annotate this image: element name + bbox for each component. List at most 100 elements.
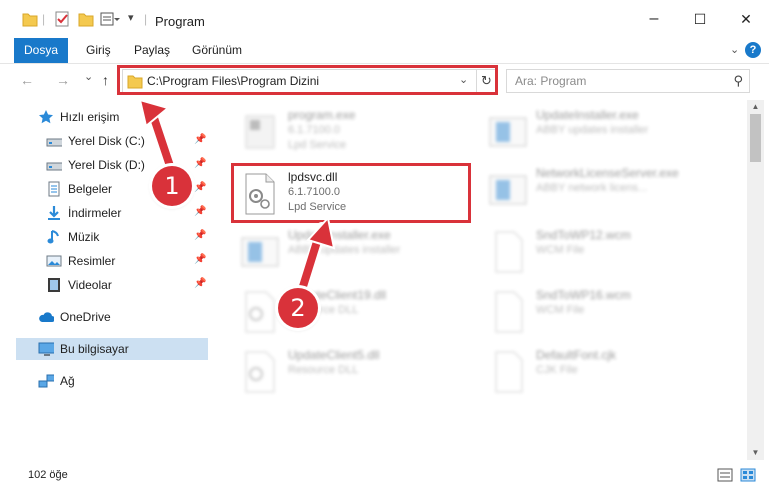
file-name: UpdateInstaller.exe — [288, 228, 391, 242]
help-icon[interactable]: ? — [745, 42, 761, 58]
dll-file-icon — [245, 351, 275, 393]
scroll-up-icon[interactable]: ▲ — [747, 100, 764, 114]
scroll-thumb[interactable] — [750, 114, 761, 162]
sidebar-item-drive-c[interactable]: Yerel Disk (C:) 📌 — [16, 130, 208, 152]
scroll-down-icon[interactable]: ▼ — [747, 446, 764, 460]
file-item[interactable]: SndToWP16.wcm WCM File — [484, 284, 724, 342]
pin-icon[interactable]: 📌 — [194, 134, 206, 145]
file-item[interactable]: UpdateInstaller.exe ABBY updates install… — [484, 104, 724, 162]
pin-icon[interactable]: 📌 — [194, 158, 206, 169]
pin-icon[interactable]: 📌 — [194, 230, 206, 241]
sidebar-item-videos[interactable]: Videolar 📌 — [16, 274, 208, 296]
sidebar-item-music[interactable]: Müzik 📌 — [16, 226, 208, 248]
file-item[interactable]: UpdateInstaller.exe ABBY updates install… — [236, 224, 476, 282]
exe-file-icon — [241, 237, 279, 267]
file-item[interactable]: SndToWP12.wcm WCM File — [484, 224, 724, 282]
pin-icon[interactable]: 📌 — [194, 254, 206, 265]
forward-button[interactable]: → — [56, 72, 70, 88]
maximize-button[interactable]: ☐ — [677, 0, 723, 38]
sidebar-item-network[interactable]: Ağ — [16, 370, 208, 392]
customize-toolbar-icon[interactable] — [100, 10, 120, 28]
folder-icon[interactable] — [22, 10, 38, 28]
details-view-icon[interactable] — [717, 468, 733, 482]
star-icon — [39, 110, 53, 124]
file-name: program.exe — [288, 108, 356, 122]
tab-view[interactable]: Görünüm — [186, 38, 248, 63]
file-name: UpdateInstaller.exe — [536, 108, 639, 122]
network-icon — [38, 374, 54, 388]
file-type: WCM File — [536, 244, 585, 256]
search-icon[interactable]: ⚲ — [733, 73, 743, 89]
qa-separator: | — [42, 12, 46, 26]
file-description: ABBY updates installer — [288, 244, 401, 256]
computer-icon — [38, 342, 54, 356]
file-type: CJK File — [536, 364, 578, 376]
sidebar-item-label: Ağ — [60, 374, 75, 388]
ribbon-expand-icon[interactable]: ⌄ — [730, 43, 739, 56]
cloud-icon — [39, 312, 54, 322]
sidebar-item-label: Videolar — [68, 278, 112, 292]
music-icon — [47, 230, 59, 244]
sidebar-item-label: Müzik — [68, 230, 100, 244]
pin-icon[interactable]: 📌 — [194, 182, 206, 193]
videos-icon — [48, 278, 60, 292]
file-description: ABBY updates installer — [536, 124, 649, 136]
pin-icon[interactable]: 📌 — [194, 206, 206, 217]
file-version: 6.1.7100.0 — [288, 124, 340, 136]
sidebar-item-label: Yerel Disk (C:) — [68, 134, 145, 148]
new-folder-icon[interactable] — [78, 10, 94, 28]
file-item[interactable]: UpdateClient19.dll Resource DLL — [236, 284, 476, 342]
drive-icon — [46, 162, 62, 171]
qa-dropdown-icon[interactable]: ▾ — [128, 11, 134, 29]
search-box[interactable]: Ara: Program ⚲ — [506, 69, 750, 93]
file-item[interactable]: program.exe 6.1.7100.0 Lpd Service — [236, 104, 476, 162]
sidebar-item-this-pc[interactable]: Bu bilgisayar — [16, 338, 208, 360]
file-item[interactable]: DefaultFont.cjk CJK File — [484, 344, 724, 402]
sidebar-item-pictures[interactable]: Resimler 📌 — [16, 250, 208, 272]
file-description: ABBY network licens... — [536, 182, 648, 194]
up-button[interactable]: ↑ — [102, 72, 109, 88]
exe-file-icon — [245, 115, 275, 149]
blank-file-icon — [495, 291, 523, 333]
file-item[interactable]: UpdateClient5.dll Resource DLL — [236, 344, 476, 402]
file-type: WCM File — [536, 304, 585, 316]
file-description: Lpd Service — [288, 139, 347, 151]
step-badge-1: 1 — [152, 166, 192, 206]
pictures-icon — [46, 255, 62, 267]
close-button[interactable]: ✕ — [723, 0, 769, 38]
drive-icon — [46, 138, 62, 147]
large-icons-view-icon[interactable] — [740, 468, 756, 482]
blank-file-icon — [495, 231, 523, 273]
pin-icon[interactable]: 📌 — [194, 278, 206, 289]
sidebar-item-downloads[interactable]: İndirmeler 📌 — [16, 202, 208, 224]
file-item[interactable]: NetworkLicenseServer.exe ABBY network li… — [484, 162, 724, 220]
item-count: 102 öğe — [28, 469, 68, 481]
tab-home[interactable]: Giriş — [80, 38, 117, 63]
sidebar-item-label: Belgeler — [68, 182, 113, 196]
sidebar-item-label: Yerel Disk (D:) — [68, 158, 145, 172]
file-name: SndToWP12.wcm — [536, 228, 631, 242]
sidebar-item-label: OneDrive — [60, 310, 111, 324]
tab-file[interactable]: Dosya — [14, 38, 68, 63]
dll-file-icon — [245, 291, 275, 333]
minimize-button[interactable]: – — [631, 0, 677, 38]
vertical-scrollbar[interactable]: ▲ ▼ — [747, 100, 764, 460]
file-list: program.exe 6.1.7100.0 Lpd Service Updat… — [214, 100, 744, 460]
file-highlight — [231, 163, 471, 223]
file-name: NetworkLicenseServer.exe — [536, 166, 679, 180]
exe-file-icon — [489, 117, 527, 147]
search-input[interactable]: Ara: Program — [515, 74, 586, 88]
file-name: UpdateClient5.dll — [288, 348, 380, 362]
tab-share[interactable]: Paylaş — [128, 38, 176, 63]
step-badge-2: 2 — [278, 288, 318, 328]
sidebar-item-quick-access[interactable]: Hızlı erişim — [16, 106, 208, 128]
sidebar-item-label: İndirmeler — [68, 206, 122, 220]
properties-icon[interactable] — [54, 10, 70, 28]
sidebar-item-label: Bu bilgisayar — [60, 342, 129, 356]
file-name: SndToWP16.wcm — [536, 288, 631, 302]
back-button[interactable]: ← — [20, 72, 34, 88]
qa-separator: | — [144, 12, 148, 26]
recent-locations-button[interactable]: ⌄ — [84, 70, 93, 83]
address-highlight — [117, 65, 498, 95]
sidebar-item-onedrive[interactable]: OneDrive — [16, 306, 208, 328]
